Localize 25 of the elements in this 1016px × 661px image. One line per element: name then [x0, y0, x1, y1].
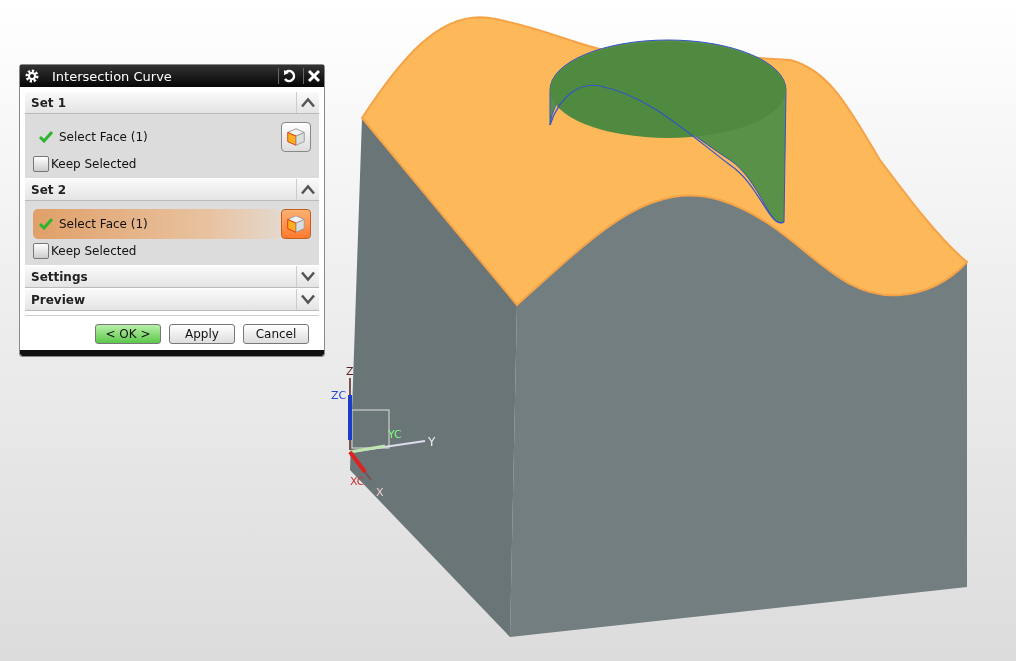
- dialog-title: Intersection Curve: [51, 68, 173, 84]
- keep-selected-checkbox[interactable]: Keep Selected: [33, 243, 311, 259]
- keep-selected-checkbox[interactable]: Keep Selected: [33, 156, 311, 172]
- axis-label: XC: [350, 475, 365, 488]
- select-face-row[interactable]: Select Face (1): [33, 209, 281, 239]
- axis-label: Y: [428, 435, 436, 449]
- group-header[interactable]: Set 1: [25, 92, 319, 114]
- group-header[interactable]: Settings: [25, 266, 319, 288]
- axis-label: X: [376, 486, 384, 499]
- group-header[interactable]: Preview: [25, 289, 319, 311]
- select-face-row[interactable]: Select Face (1): [33, 122, 281, 152]
- dialog-button[interactable]: Cancel: [243, 324, 309, 344]
- axis-label: YC: [388, 428, 402, 441]
- ok-button[interactable]: < OK >: [95, 324, 161, 344]
- group-header[interactable]: Set 2: [25, 179, 319, 201]
- dialog-button[interactable]: Apply: [169, 324, 235, 344]
- checkmark-icon: [39, 131, 53, 143]
- axis-label: ZC: [331, 389, 347, 402]
- cube-icon: [285, 213, 307, 235]
- settings-icon[interactable]: [24, 68, 40, 84]
- face-selection-button[interactable]: [281, 209, 311, 239]
- face-selection-button[interactable]: [281, 122, 311, 152]
- axis-label: Z: [346, 365, 354, 378]
- cube-icon: [285, 126, 307, 148]
- checkmark-icon: [39, 218, 53, 230]
